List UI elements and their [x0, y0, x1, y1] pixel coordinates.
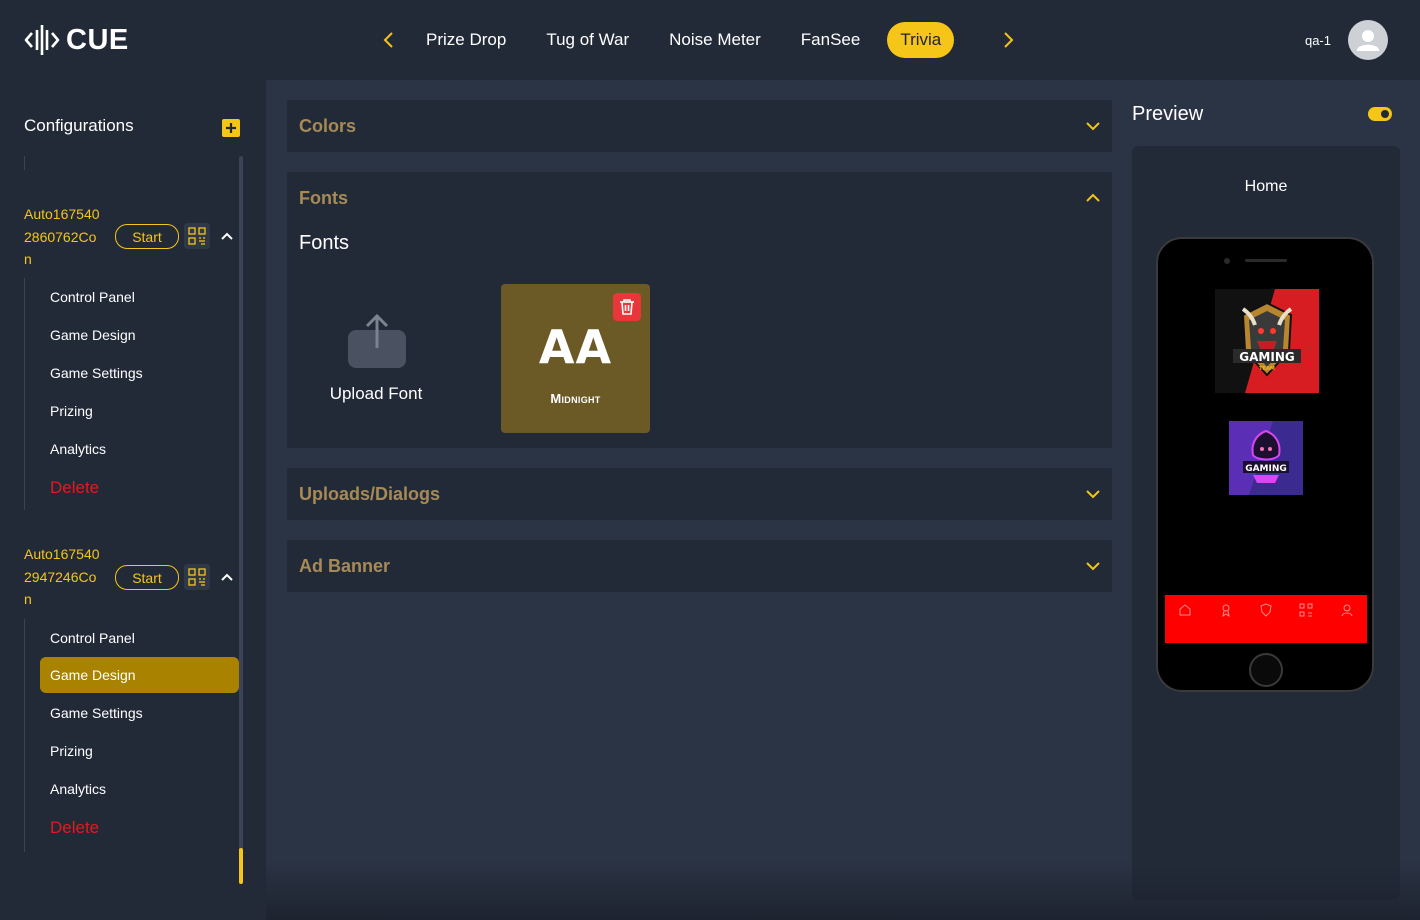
chevron-down-icon[interactable] — [1084, 117, 1102, 135]
panel-title: Fonts — [299, 188, 348, 208]
gaming-logo-purple: GAMING — [1229, 421, 1303, 495]
preview-toggle[interactable] — [1368, 107, 1392, 121]
preview-panel: Home GAMING TEAM GAMING — [1132, 146, 1400, 900]
config-name[interactable]: Auto167540 2860762Co n — [24, 203, 110, 271]
qr-code-button[interactable] — [184, 564, 210, 590]
sidebar-scrollbar-thumb[interactable] — [239, 848, 243, 884]
phone-camera — [1224, 258, 1230, 264]
uploads-dialogs-panel[interactable]: Uploads/Dialogs — [287, 468, 1112, 520]
shield-icon[interactable] — [1259, 603, 1273, 617]
logo-text: TEAM — [1259, 366, 1275, 372]
tab-tug-of-war[interactable]: Tug of War — [533, 22, 642, 58]
qr-code-icon — [188, 227, 206, 245]
menu-analytics[interactable]: Analytics — [40, 431, 239, 467]
gaming-logo-image: GAMING — [1229, 421, 1303, 495]
home-icon[interactable] — [1178, 603, 1192, 617]
menu-control-panel[interactable]: Control Panel — [40, 620, 239, 656]
fonts-heading: Fonts — [299, 232, 350, 254]
font-sample: AA — [538, 320, 613, 374]
tab-trivia[interactable]: Trivia — [887, 22, 955, 58]
ad-banner-panel[interactable]: Ad Banner — [287, 540, 1112, 592]
panel-title: Uploads/Dialogs — [299, 484, 441, 504]
chevron-left-icon — [383, 32, 393, 48]
award-icon[interactable] — [1219, 603, 1233, 617]
menu-game-settings[interactable]: Game Settings — [40, 355, 239, 391]
gaming-team-logo: GAMING TEAM — [1215, 289, 1319, 393]
sidebar: Configurations Auto167540 2860762Co n St… — [0, 80, 266, 920]
sidebar-scrollbar-track[interactable] — [239, 156, 243, 884]
collapse-config-button[interactable] — [218, 227, 236, 245]
game-nav: Prize Drop Tug of War Noise Meter FanSee… — [372, 20, 1025, 60]
panel-title: Ad Banner — [299, 556, 391, 576]
top-bar: CUE Prize Drop Tug of War Noise Meter Fa… — [0, 0, 1420, 80]
logo-text: GAMING — [1245, 464, 1287, 474]
upload-font-label: Upload Font — [329, 384, 423, 403]
qr-code-icon[interactable] — [1299, 603, 1313, 617]
add-configuration-button[interactable] — [222, 119, 240, 137]
phone-mockup: GAMING TEAM GAMING — [1156, 237, 1374, 692]
user-name: qa-1 — [1304, 32, 1331, 48]
upload-icon — [348, 313, 406, 368]
preview-title: Preview — [1132, 103, 1204, 125]
fonts-panel: Fonts Fonts Upload Font AA Midnight — [287, 172, 1112, 448]
chevron-right-icon — [1004, 32, 1014, 48]
menu-prizing[interactable]: Prizing — [40, 733, 239, 769]
tab-prize-drop[interactable]: Prize Drop — [413, 22, 519, 58]
start-button[interactable]: Start — [115, 565, 179, 590]
menu-control-panel[interactable]: Control Panel — [40, 279, 239, 315]
nav-prev-button[interactable] — [372, 20, 406, 60]
logo-text: GAMING — [1239, 350, 1294, 364]
nav-next-button[interactable] — [991, 20, 1025, 60]
delete-config-button[interactable]: Delete — [40, 810, 239, 846]
gaming-logo-image: GAMING TEAM — [1215, 289, 1319, 393]
menu-tree-line — [24, 619, 25, 852]
chevron-down-icon[interactable] — [1084, 485, 1102, 503]
chevron-up-icon — [221, 573, 233, 581]
collapse-config-button[interactable] — [218, 568, 236, 586]
chevron-up-icon — [221, 232, 233, 240]
phone-tab-bar — [1165, 595, 1367, 643]
plus-icon — [226, 123, 236, 133]
qr-code-icon — [188, 568, 206, 586]
trash-icon — [620, 299, 634, 315]
logo-text: CUE — [66, 23, 129, 56]
start-button[interactable]: Start — [115, 224, 179, 249]
menu-tree-line — [24, 278, 25, 510]
menu-analytics[interactable]: Analytics — [40, 771, 239, 807]
colors-panel[interactable]: Colors — [287, 100, 1112, 152]
menu-game-design[interactable]: Game Design — [40, 317, 239, 353]
configurations-title: Configurations — [24, 116, 134, 135]
font-card-midnight[interactable]: AA Midnight — [501, 284, 650, 433]
sound-wave-icon — [24, 25, 60, 55]
menu-game-settings[interactable]: Game Settings — [40, 695, 239, 731]
user-menu[interactable]: qa-1 — [1305, 20, 1388, 60]
user-icon[interactable] — [1340, 603, 1354, 617]
upload-font-button[interactable]: Upload Font — [311, 284, 441, 424]
delete-config-button[interactable]: Delete — [40, 470, 239, 506]
phone-speaker — [1245, 259, 1287, 262]
phone-home-button[interactable] — [1249, 653, 1283, 687]
delete-font-button[interactable] — [613, 293, 641, 321]
config-name[interactable]: Auto167540 2947246Co n — [24, 543, 110, 611]
tab-fansee[interactable]: FanSee — [788, 22, 874, 58]
tab-noise-meter[interactable]: Noise Meter — [656, 22, 774, 58]
avatar[interactable] — [1348, 20, 1388, 60]
divider — [24, 156, 25, 170]
qr-code-button[interactable] — [184, 223, 210, 249]
user-icon — [1357, 30, 1379, 51]
panel-title: Colors — [299, 116, 357, 136]
preview-screen-name: Home — [1244, 178, 1288, 195]
menu-prizing[interactable]: Prizing — [40, 393, 239, 429]
menu-game-design[interactable]: Game Design — [40, 657, 239, 693]
chevron-up-icon[interactable] — [1084, 189, 1102, 207]
chevron-down-icon[interactable] — [1084, 557, 1102, 575]
cue-logo[interactable]: CUE — [24, 20, 129, 60]
font-name: Midnight — [550, 391, 601, 406]
